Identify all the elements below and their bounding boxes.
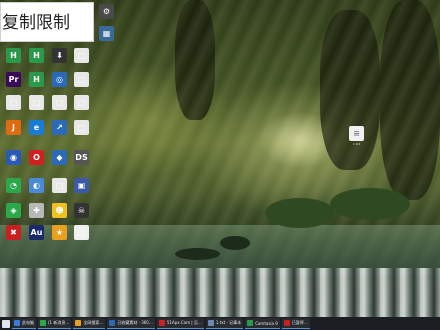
desktop-icon-31[interactable]: ✖: [3, 225, 24, 252]
desktop-icon-26-icon: ▣: [74, 178, 89, 193]
taskbar-item-1-label: 此电脑: [22, 320, 34, 325]
desktop-icon-13-icon: □: [52, 95, 67, 110]
desktop-icon-33-icon: ★: [52, 225, 67, 240]
desktop-icon-25-icon: □: [52, 178, 67, 193]
desktop-icon-17-icon: ↗: [52, 120, 67, 135]
desktop-icon-12-icon: □: [29, 95, 44, 110]
desktop-icon-31-icon: ✖: [6, 225, 21, 240]
desktop-icon-29-icon: ☻: [52, 203, 67, 218]
desktop-icon-13[interactable]: □: [49, 95, 70, 122]
desktop-icon-25[interactable]: □: [49, 178, 70, 205]
desktop-icon-32[interactable]: Au: [26, 225, 47, 252]
copy-limit-overlay: 复制限制: [0, 2, 94, 42]
desktop-icon-5-icon: ⬇: [52, 48, 67, 63]
taskbar-item-1-icon: [14, 320, 20, 326]
desktop-icon-21-icon: ◆: [52, 150, 67, 165]
desktop-icon-11-icon: □: [6, 95, 21, 110]
desktop-icon-8-icon: H: [29, 72, 44, 87]
taskbar-items: 此电脑 (1 新消息… 全网搜索… 已收藏素材 · 360… 51Apx.Com | 见…: [12, 318, 312, 329]
desktop-icon-9-icon: ◎: [52, 72, 67, 87]
taskbar-item-5[interactable]: 51Apx.Com | 见…: [156, 318, 204, 329]
desktop-icon-26[interactable]: ▣: [71, 178, 92, 205]
desktop-icon-20[interactable]: O: [26, 150, 47, 177]
desktop-icon-3-icon: H: [6, 48, 21, 63]
start-button[interactable]: [2, 319, 10, 328]
desktop-icon-30-icon: ☠: [74, 203, 89, 218]
desktop-icon-14-icon: □: [74, 95, 89, 110]
taskbar-item-3[interactable]: 全网搜索…: [73, 318, 106, 329]
desktop-icon-12[interactable]: □: [26, 95, 47, 122]
desktop-icon-10-icon: □: [74, 72, 89, 87]
desktop-icon-1-icon: ⚙: [99, 4, 114, 19]
desktop-icon-18-icon: □: [74, 120, 89, 135]
taskbar-item-4[interactable]: 已收藏素材 · 360…: [107, 318, 155, 329]
desktop-icon-4[interactable]: H: [26, 48, 47, 75]
desktop-icon-28-icon: ✚: [29, 203, 44, 218]
desktop-icon-34[interactable]: □: [71, 225, 92, 252]
desktop-icon-34-icon: □: [74, 225, 89, 240]
desktop-icon-22[interactable]: DS: [71, 150, 92, 177]
taskbar-item-8-icon: [283, 320, 290, 326]
desktop-file-label: 1.txt: [353, 142, 360, 146]
desktop-icon-27-icon: ◈: [6, 203, 21, 218]
desktop-icon-4-icon: H: [29, 48, 44, 63]
taskbar-item-2-icon: [40, 320, 46, 326]
taskbar-item-4-label: 已收藏素材 · 360…: [117, 320, 153, 325]
taskbar-item-7-label: Camtasia 9: [255, 320, 278, 326]
desktop-icon-15[interactable]: J: [3, 120, 24, 147]
desktop-icon-18[interactable]: □: [71, 120, 92, 147]
desktop-icon-2[interactable]: ▦: [96, 26, 117, 53]
desktop-icon-17[interactable]: ↗: [49, 120, 70, 147]
taskbar-item-2[interactable]: (1 新消息…: [38, 318, 72, 329]
taskbar-item-3-label: 全网搜索…: [83, 320, 104, 325]
taskbar-item-7[interactable]: Camtasia 9: [245, 318, 280, 329]
desktop-icon-2-icon: ▦: [99, 26, 114, 41]
desktop-icon-23-icon: ◔: [6, 178, 21, 193]
desktop-icon-7-icon: Pr: [6, 72, 21, 87]
desktop-icon-24-icon: ◐: [29, 178, 44, 193]
desktop-icon-16-icon: e: [29, 120, 44, 135]
desktop-icon-32-icon: Au: [29, 225, 44, 240]
desktop-icon-16[interactable]: e: [26, 120, 47, 147]
desktop-icon-6[interactable]: □: [71, 48, 92, 75]
desktop-icon-3[interactable]: H: [3, 48, 24, 75]
taskbar-item-4-icon: [109, 320, 116, 326]
taskbar-item-6-icon: [207, 320, 214, 326]
desktop-icon-21[interactable]: ◆: [49, 150, 70, 177]
taskbar-item-7-icon: [247, 320, 254, 326]
desktop-icon-33[interactable]: ★: [49, 225, 70, 252]
desktop-icon-19[interactable]: ◉: [3, 150, 24, 177]
taskbar-item-1[interactable]: 此电脑: [12, 318, 36, 329]
desktop-icon-15-icon: J: [6, 120, 21, 135]
desktop-icon-22-icon: DS: [74, 150, 89, 165]
taskbar-item-3-icon: [75, 320, 82, 326]
taskbar-item-5-icon: [158, 320, 165, 326]
desktop-icon-5[interactable]: ⬇: [49, 48, 70, 75]
desktop-icon-11[interactable]: □: [3, 95, 24, 122]
taskbar-item-6-label: 1.txt - 记事本: [215, 320, 242, 325]
taskbar-item-5-label: 51Apx.Com | 见…: [166, 320, 202, 325]
desktop-icon-6-icon: □: [74, 48, 89, 63]
taskbar-item-2-label: (1 新消息…: [48, 320, 70, 325]
text-file-icon: ≡: [349, 126, 364, 141]
desktop-file-1txt[interactable]: ≡ 1.txt: [346, 126, 367, 153]
desktop-icon-19-icon: ◉: [6, 150, 21, 165]
desktop-icon-23[interactable]: ◔: [3, 178, 24, 205]
desktop-icon-20-icon: O: [29, 150, 44, 165]
taskbar-item-8[interactable]: 已暂停…: [281, 318, 310, 329]
desktop-icon-14[interactable]: □: [71, 95, 92, 122]
taskbar-item-8-label: 已暂停…: [291, 320, 308, 325]
taskbar: 此电脑 (1 新消息… 全网搜索… 已收藏素材 · 360… 51Apx.Com | 见…: [0, 317, 440, 330]
desktop-icon-24[interactable]: ◐: [26, 178, 47, 205]
taskbar-item-6[interactable]: 1.txt - 记事本: [205, 318, 244, 329]
